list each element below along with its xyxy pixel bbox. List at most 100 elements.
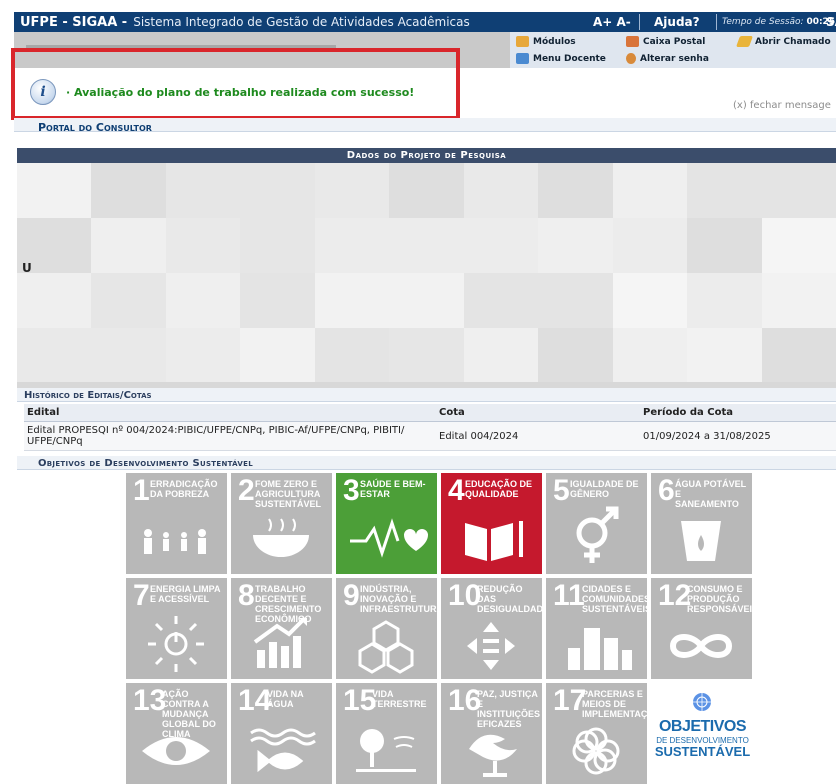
redaction-pixel <box>389 328 464 383</box>
ods-tile-14[interactable]: 14 Vida na água <box>231 683 332 784</box>
project-data-header: Dados do Projeto de Pesquisa <box>17 148 836 163</box>
ods-tile-2[interactable]: 2 Fome zero e agricultura sustentável <box>231 473 332 574</box>
close-message-link[interactable]: (x) fechar mensage <box>733 100 831 111</box>
ods-label: Paz, justiça e instituições eficazes <box>477 689 541 729</box>
logo-line-3: SUSTENTÁVEL <box>654 744 751 759</box>
ods-tile-12[interactable]: 12 Consumo e produção responsáveis <box>651 578 752 679</box>
ods-number: 8 <box>238 579 255 612</box>
key-icon <box>626 53 636 64</box>
quick-menu: Módulos Caixa Postal Abrir Chamado Menu … <box>510 32 836 68</box>
redaction-pixel <box>538 163 613 218</box>
ods-tile-8[interactable]: 8 Trabalho decente e crescimento econômic… <box>231 578 332 679</box>
ods-tile-4[interactable]: 4 Educação de qualidade <box>441 473 542 574</box>
column-header: Edital <box>24 404 436 422</box>
ods-logo: OBJETIVOS DE DESENVOLVIMENTO SUSTENTÁVEL <box>652 680 753 775</box>
ods-number: 3 <box>343 474 360 507</box>
ods-tile-1[interactable]: 1 Erradicação da pobreza <box>126 473 227 574</box>
mailbox-icon <box>626 36 639 47</box>
ods-tile-11[interactable]: 11 Cidades e comunidades sustentáveis <box>546 578 647 679</box>
ods-number: 2 <box>238 474 255 507</box>
ods-label: Água potável e saneamento <box>675 479 747 509</box>
ods-number: 1 <box>133 474 150 507</box>
portal-title: Portal do Consultor <box>38 121 152 134</box>
redaction-pixel <box>761 328 836 383</box>
ods-label: Energia limpa e acessível <box>150 584 221 604</box>
redaction-pixel <box>687 218 762 273</box>
redaction-pixel <box>389 273 464 328</box>
redaction-pixel <box>463 273 539 328</box>
menu-caixa-postal[interactable]: Caixa Postal <box>626 36 705 47</box>
ods-title: Objetivos de Desenvolvimento Sustentável <box>38 458 253 469</box>
menu-abrir-chamado[interactable]: Abrir Chamado <box>735 36 831 47</box>
ods-tile-9[interactable]: 9 Indústria, inovação e infraestrutura <box>336 578 437 679</box>
history-title: Histórico de Editais/Cotas <box>24 390 152 401</box>
redaction-pixel <box>463 328 539 383</box>
ods-label: Trabalho decente e crescimento econômico <box>255 584 322 624</box>
ods-tile-6[interactable]: 6 Água potável e saneamento <box>651 473 752 574</box>
redaction-pixel <box>612 163 688 218</box>
redaction-pixel <box>165 163 241 218</box>
ods-tile-17[interactable]: 17Parcerias e meios de implementação <box>546 683 647 784</box>
ods-number: 4 <box>448 474 465 507</box>
redaction-pixel <box>463 163 539 218</box>
redaction-pixel <box>612 218 688 273</box>
redaction-pixel <box>612 328 688 383</box>
redaction-pixel <box>389 218 464 273</box>
success-message-text: · Avaliação do plano de trabalho realiza… <box>66 85 415 99</box>
redaction-pixel <box>240 273 315 328</box>
ods-tile-13[interactable]: 13 Ação contra a mudança global do clima <box>126 683 227 784</box>
font-size-controls[interactable]: A+ A- <box>593 15 631 29</box>
ods-tile-10[interactable]: 10Redução das desigualdades <box>441 578 542 679</box>
ods-tile-15[interactable]: 15 Vida terrestre <box>336 683 437 784</box>
redaction-pixel <box>687 328 762 383</box>
menu-docente[interactable]: Menu Docente <box>516 53 606 64</box>
redaction-pixel <box>314 273 390 328</box>
redaction-pixel <box>240 328 315 383</box>
ods-label: Indústria, inovação e infraestrutura <box>360 584 437 614</box>
ods-number: 5 <box>553 474 570 507</box>
ods-label: Parcerias e meios de implementação <box>582 689 647 719</box>
ods-number: 6 <box>658 474 675 507</box>
menu-modulos[interactable]: Módulos <box>516 36 576 47</box>
redaction-pixel <box>240 163 315 218</box>
ods-tile-5[interactable]: 5 Igualdade de gênero <box>546 473 647 574</box>
ods-tile-3[interactable]: 3 Saúde e bem-estar <box>336 473 437 574</box>
redaction-pixel <box>389 163 464 218</box>
redaction-pixel <box>91 163 166 218</box>
ods-label: Saúde e bem-estar <box>360 479 426 499</box>
un-emblem-icon <box>693 693 711 711</box>
redaction-pixel <box>687 163 762 218</box>
redaction-pixel <box>314 328 390 383</box>
edital-cell: Edital PROPESQI nº 004/2024:PIBIC/UFPE/C… <box>24 421 436 451</box>
help-link[interactable]: Ajuda? <box>654 15 700 29</box>
column-header: Cota <box>436 404 640 422</box>
success-message: i · Avaliação do plano de trabalho reali… <box>30 79 414 105</box>
logout-link[interactable]: SAIR <box>826 15 836 29</box>
ods-label: Redução das desigualdades <box>477 584 542 614</box>
ods-label: Erradicação da pobreza <box>150 479 218 499</box>
ods-label: Igualdade de gênero <box>570 479 639 499</box>
table-row: Edital PROPESQI nº 004/2024:PIBIC/UFPE/C… <box>24 421 836 451</box>
redaction-pixel <box>687 273 762 328</box>
teacher-menu-icon <box>516 53 529 64</box>
redaction-pixel <box>538 218 613 273</box>
redaction-pixel <box>612 273 688 328</box>
redaction-pixel <box>17 163 92 218</box>
brand-title: UFPE - SIGAA - <box>20 14 128 30</box>
redaction-pixel <box>240 218 315 273</box>
ods-tile-7[interactable]: 7 Energia limpa e acessível <box>126 578 227 679</box>
history-table: Edital Cota Período da Cota Edital PROPE… <box>24 404 836 451</box>
ods-number: 11 <box>553 579 585 612</box>
ods-label: Educação de qualidade <box>465 479 533 499</box>
session-timer: Tempo de Sessão: 00:25 <box>722 17 836 27</box>
ods-tile-16[interactable]: 16 Paz, justiça e instituições eficazes <box>441 683 542 784</box>
modules-icon <box>516 36 529 47</box>
menu-alterar-senha[interactable]: Alterar senha <box>626 53 709 64</box>
system-name: Sistema Integrado de Gestão de Atividade… <box>133 15 470 29</box>
redaction-pixel <box>165 218 241 273</box>
divider <box>716 14 717 30</box>
redaction-pixel <box>165 328 241 383</box>
logo-line-1: OBJETIVOS <box>658 718 747 735</box>
redaction-pixel <box>91 273 166 328</box>
redaction-pixel <box>761 273 836 328</box>
